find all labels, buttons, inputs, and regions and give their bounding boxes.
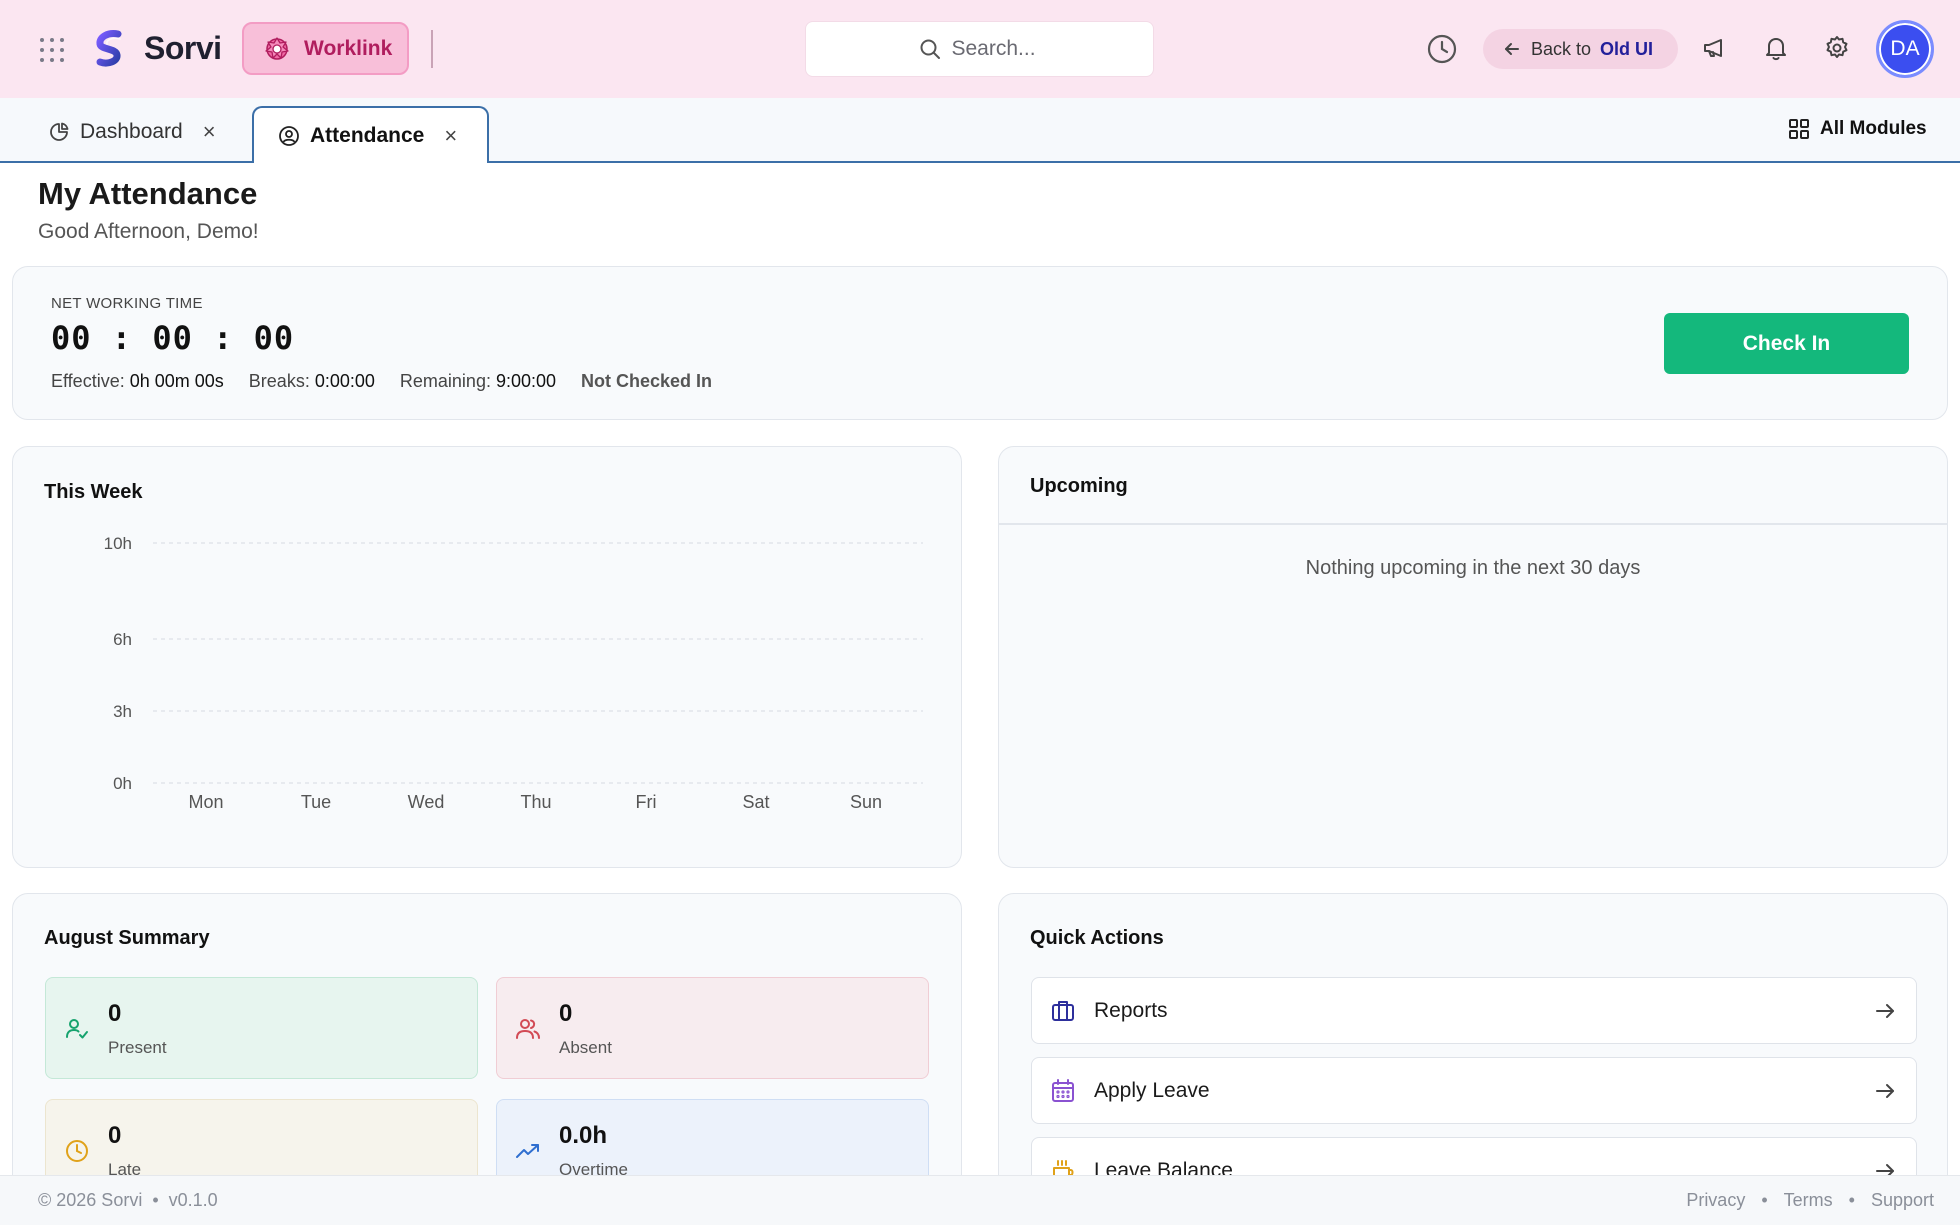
working-timer: 00 : 00 : 00 <box>51 319 295 357</box>
x-tick-label: Sun <box>850 792 882 812</box>
breaks-stat: Breaks: 0:00:00 <box>248 371 375 391</box>
upcoming-title: Upcoming <box>1030 475 1128 497</box>
present-value: 0 <box>108 1000 122 1027</box>
footer-meta: © 2026 Sorvi • v0.1.0 <box>38 1190 218 1210</box>
page-title: My Attendance <box>38 176 258 211</box>
bell-icon[interactable] <box>1762 34 1790 62</box>
worklink-flower-icon <box>265 36 289 60</box>
search-bar[interactable] <box>805 21 1154 77</box>
page-greeting: Good Afternoon, Demo! <box>38 220 259 243</box>
briefcase-icon <box>1052 1000 1074 1021</box>
absent-tile: 0 Absent <box>496 977 929 1079</box>
x-tick-label: Sat <box>742 792 769 812</box>
close-icon[interactable]: × <box>203 119 216 145</box>
history-clock-icon[interactable] <box>1426 33 1458 65</box>
header-divider <box>431 30 433 68</box>
check-status: Not Checked In <box>581 371 713 391</box>
worklink-module-button[interactable]: Worklink <box>242 22 409 75</box>
search-input[interactable] <box>951 37 1042 61</box>
this-week-card: This Week 0h 3h 6h 10h Mon Tue Wed Thu Fri Sat Sun <box>12 446 962 868</box>
absent-label: Absent <box>559 1038 612 1057</box>
overtime-value: 0.0h <box>559 1122 608 1149</box>
back-target: Old UI <box>1600 38 1654 59</box>
tab-dashboard[interactable]: Dashboard × <box>48 116 216 148</box>
x-tick-label: Tue <box>301 792 331 812</box>
quick-actions-title: Quick Actions <box>1030 927 1164 949</box>
apply-leave-label: Apply Leave <box>1094 1078 1210 1102</box>
arrow-right-icon <box>1876 1003 1894 1018</box>
present-label: Present <box>108 1038 167 1057</box>
user-avatar[interactable]: DA <box>1876 20 1934 78</box>
clock-icon <box>66 1140 88 1162</box>
x-tick-label: Mon <box>188 792 223 812</box>
user-check-icon <box>66 1019 88 1039</box>
weekly-hours-chart: 0h 3h 6h 10h Mon Tue Wed Thu Fri Sat Sun <box>104 534 923 812</box>
absent-value: 0 <box>559 1000 573 1027</box>
all-modules-button[interactable]: All Modules <box>1788 118 1927 140</box>
effective-stat: Effective: 0h 00m 00s <box>51 371 224 391</box>
tab-attendance-label: Attendance <box>310 123 425 147</box>
support-link[interactable]: Support <box>1871 1190 1934 1211</box>
x-tick-label: Wed <box>408 792 445 812</box>
upcoming-card: Upcoming Nothing upcoming in the next 30… <box>998 446 1948 868</box>
footer-links: Privacy • Terms • Support <box>1686 1190 1934 1211</box>
late-value: 0 <box>108 1122 122 1149</box>
footer: © 2026 Sorvi • v0.1.0 Privacy • Terms • Supp… <box>0 1175 1960 1225</box>
reports-action[interactable]: Reports <box>1031 977 1917 1044</box>
top-bar: Sorvi Worklink Back to Old UI DA <box>0 0 1960 98</box>
remaining-stat: Remaining: 9:00:00 <box>399 371 557 391</box>
users-icon <box>516 1019 540 1039</box>
gear-icon[interactable] <box>1823 34 1851 62</box>
tab-bar: Dashboard × Attendance × All Modules <box>0 98 1960 163</box>
close-icon[interactable]: × <box>444 123 457 149</box>
net-working-time-label: NET WORKING TIME <box>51 295 203 312</box>
reports-label: Reports <box>1094 998 1168 1022</box>
summary-title: August Summary <box>44 927 210 949</box>
x-tick-label: Thu <box>520 792 551 812</box>
pie-chart-icon <box>50 122 69 141</box>
megaphone-icon[interactable] <box>1701 34 1729 62</box>
privacy-link[interactable]: Privacy <box>1686 1190 1745 1211</box>
user-circle-icon <box>279 125 299 146</box>
check-in-button[interactable]: Check In <box>1664 313 1909 374</box>
upcoming-divider <box>999 523 1947 525</box>
search-icon <box>920 39 940 59</box>
tab-dashboard-label: Dashboard <box>80 120 183 143</box>
copyright: © 2026 Sorvi <box>38 1190 143 1210</box>
tab-attendance[interactable]: Attendance × <box>252 106 489 163</box>
x-tick-label: Fri <box>636 792 657 812</box>
terms-link[interactable]: Terms <box>1784 1190 1833 1211</box>
trending-up-icon <box>516 1144 539 1158</box>
upcoming-empty-message: Nothing upcoming in the next 30 days <box>1305 557 1641 579</box>
arrow-left-icon <box>1505 43 1519 55</box>
app-launcher-grid-icon[interactable] <box>38 36 66 64</box>
y-tick-label: 0h <box>113 774 132 793</box>
working-stats: Effective: 0h 00m 00s Breaks: 0:00:00 Re… <box>51 371 712 392</box>
version: v0.1.0 <box>168 1190 218 1210</box>
calendar-icon <box>1052 1078 1074 1102</box>
y-tick-label: 6h <box>113 630 132 649</box>
y-tick-label: 3h <box>113 702 132 721</box>
arrow-right-icon <box>1876 1083 1894 1098</box>
apply-leave-action[interactable]: Apply Leave <box>1031 1057 1917 1124</box>
present-tile: 0 Present <box>45 977 478 1079</box>
all-modules-label: All Modules <box>1820 118 1927 139</box>
brand-name: Sorvi <box>144 30 222 66</box>
net-working-time-card: NET WORKING TIME 00 : 00 : 00 Effective:… <box>12 266 1948 420</box>
y-tick-label: 10h <box>104 534 132 553</box>
grid-icon <box>1789 119 1809 139</box>
back-prefix: Back to <box>1531 38 1592 59</box>
sorvi-logo-icon <box>96 30 122 67</box>
worklink-label: Worklink <box>304 36 393 60</box>
back-to-old-ui-button[interactable]: Back to Old UI <box>1483 29 1678 69</box>
